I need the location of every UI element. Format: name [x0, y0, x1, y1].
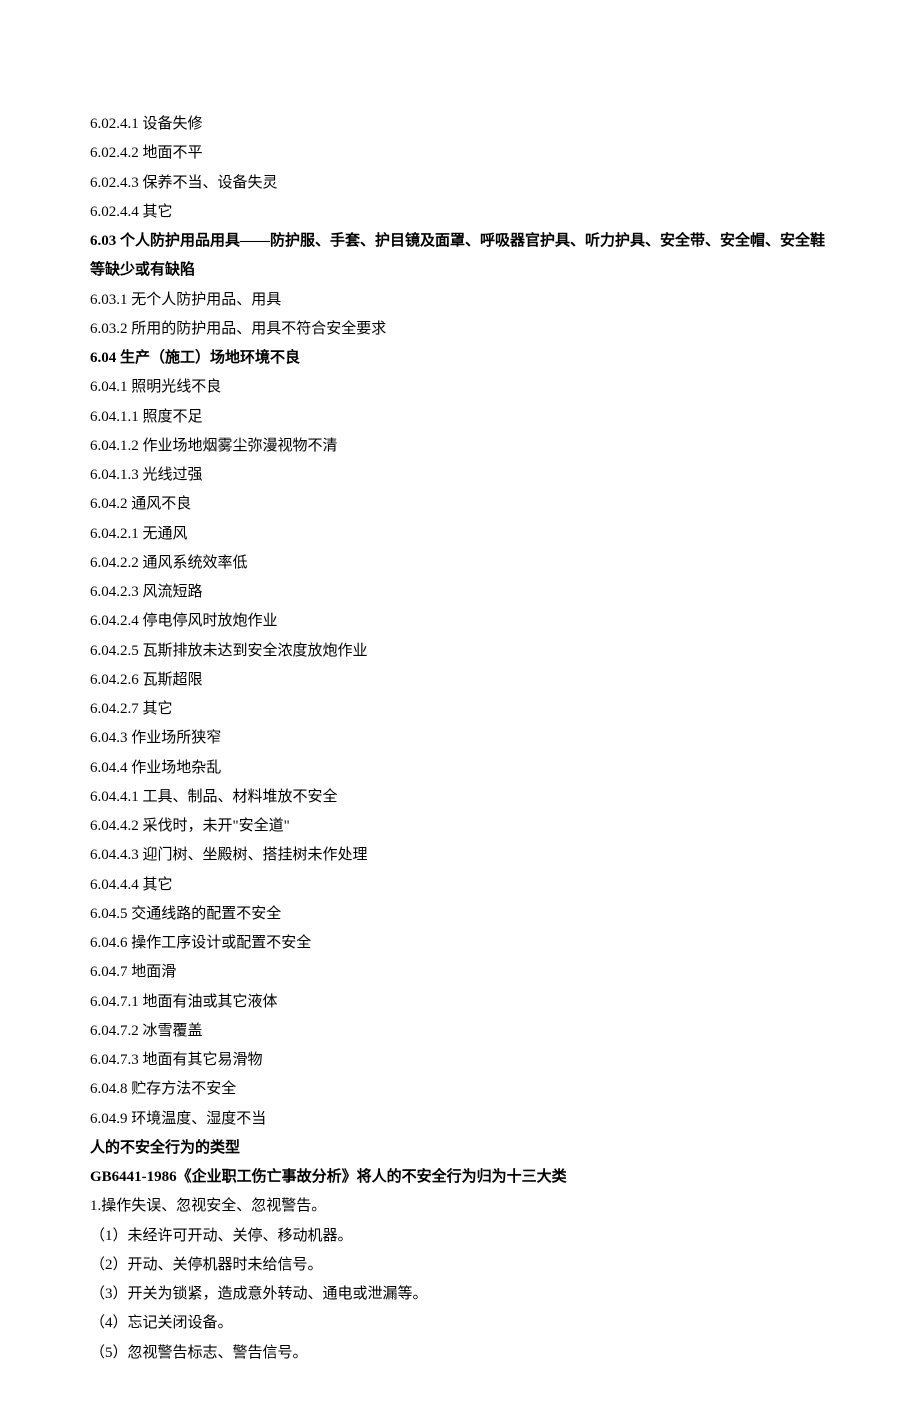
text-line: 6.04.2.1 无通风 [90, 520, 830, 549]
text-line: 6.04.4.4 其它 [90, 871, 830, 900]
text-line: 6.03 个人防护用品用具——防护服、手套、护目镜及面罩、呼吸器官护具、听力护具… [90, 227, 830, 286]
text-line: 6.03.1 无个人防护用品、用具 [90, 286, 830, 315]
text-line: 6.04.2 通风不良 [90, 490, 830, 519]
text-line: （2）开动、关停机器时未给信号。 [90, 1251, 830, 1280]
text-line: 6.04.7.3 地面有其它易滑物 [90, 1046, 830, 1075]
text-line: 6.04.1.3 光线过强 [90, 461, 830, 490]
text-line: 6.04.7.2 冰雪覆盖 [90, 1017, 830, 1046]
text-line: 6.04.7 地面滑 [90, 958, 830, 987]
text-line: 6.04.4.2 采伐时，未开"安全道" [90, 812, 830, 841]
text-line: 6.04.1.1 照度不足 [90, 403, 830, 432]
text-line: 6.04.4 作业场地杂乱 [90, 754, 830, 783]
document-body: 6.02.4.1 设备失修6.02.4.2 地面不平6.02.4.3 保养不当、… [90, 110, 830, 1368]
text-line: 6.04.6 操作工序设计或配置不安全 [90, 929, 830, 958]
text-line: 6.02.4.4 其它 [90, 198, 830, 227]
text-line: 6.04.2.3 风流短路 [90, 578, 830, 607]
text-line: 6.04.1 照明光线不良 [90, 373, 830, 402]
text-line: （3）开关为锁紧，造成意外转动、通电或泄漏等。 [90, 1280, 830, 1309]
text-line: （4）忘记关闭设备。 [90, 1309, 830, 1338]
text-line: 6.04.1.2 作业场地烟雾尘弥漫视物不清 [90, 432, 830, 461]
text-line: 6.04.2.2 通风系统效率低 [90, 549, 830, 578]
text-line: 6.04.2.7 其它 [90, 695, 830, 724]
text-line: 6.02.4.3 保养不当、设备失灵 [90, 169, 830, 198]
text-line: 6.04.5 交通线路的配置不安全 [90, 900, 830, 929]
text-line: 6.02.4.2 地面不平 [90, 139, 830, 168]
text-line: 6.04.2.4 停电停风时放炮作业 [90, 607, 830, 636]
text-line: 6.02.4.1 设备失修 [90, 110, 830, 139]
text-line: 6.04.7.1 地面有油或其它液体 [90, 988, 830, 1017]
text-line: 6.04.8 贮存方法不安全 [90, 1075, 830, 1104]
text-line: 6.04.2.5 瓦斯排放未达到安全浓度放炮作业 [90, 637, 830, 666]
text-line: 6.04.2.6 瓦斯超限 [90, 666, 830, 695]
text-line: GB6441-1986《企业职工伤亡事故分析》将人的不安全行为归为十三大类 [90, 1163, 830, 1192]
text-line: 6.04 生产（施工）场地环境不良 [90, 344, 830, 373]
text-line: 6.04.3 作业场所狭窄 [90, 724, 830, 753]
text-line: 6.04.4.3 迎门树、坐殿树、搭挂树未作处理 [90, 841, 830, 870]
text-line: 6.04.4.1 工具、制品、材料堆放不安全 [90, 783, 830, 812]
text-line: 人的不安全行为的类型 [90, 1134, 830, 1163]
text-line: 1.操作失误、忽视安全、忽视警告。 [90, 1192, 830, 1221]
text-line: 6.03.2 所用的防护用品、用具不符合安全要求 [90, 315, 830, 344]
text-line: 6.04.9 环境温度、湿度不当 [90, 1105, 830, 1134]
text-line: （5）忽视警告标志、警告信号。 [90, 1339, 830, 1368]
text-line: （1）未经许可开动、关停、移动机器。 [90, 1222, 830, 1251]
